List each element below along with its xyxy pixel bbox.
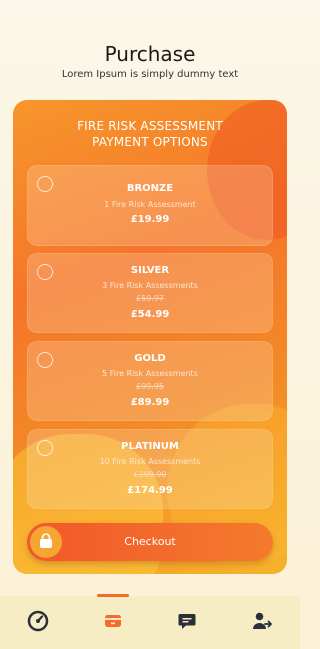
plan-price: £89.99	[130, 397, 170, 408]
plan-description: 3 Fire Risk Assessments	[102, 281, 198, 290]
checkout-label: Checkout	[124, 535, 176, 548]
plan-card-platinum[interactable]: PLATINUM 10 Fire Risk Assessments £199.9…	[27, 429, 273, 509]
plan-original-price: £59.97	[136, 294, 164, 303]
user-logout-icon	[253, 612, 272, 629]
nav-item-payments[interactable]	[98, 608, 128, 634]
panel-title: FIRE RISK ASSESSMENT PAYMENT OPTIONS	[77, 119, 223, 149]
plan-card-gold[interactable]: GOLD 5 Fire Risk Assessments £99.95 £89.…	[27, 341, 273, 421]
plan-price: £54.99	[130, 309, 170, 320]
plan-price: £19.99	[130, 214, 170, 225]
plan-name: GOLD	[134, 353, 166, 364]
plan-name: PLATINUM	[121, 441, 179, 452]
nav-item-profile[interactable]	[247, 608, 277, 634]
payment-card-icon	[105, 615, 121, 627]
active-tab-indicator	[97, 594, 129, 597]
plan-name: BRONZE	[126, 183, 174, 194]
page-title: Purchase	[104, 42, 196, 66]
page-subtitle: Lorem Ipsum is simply dummy text	[61, 69, 239, 80]
plan-name: SILVER	[130, 265, 170, 276]
plan-description: 1 Fire Risk Assessment	[104, 200, 196, 209]
payment-options-panel: FIRE RISK ASSESSMENT PAYMENT OPTIONS BRO…	[13, 100, 287, 574]
chat-icon	[178, 614, 196, 629]
plan-original-price: £199.90	[133, 470, 167, 479]
nav-item-messages[interactable]	[172, 608, 202, 634]
plan-card-bronze[interactable]: BRONZE 1 Fire Risk Assessment £19.99	[27, 165, 273, 246]
plan-original-price: £99.95	[136, 382, 164, 391]
plan-description: 5 Fire Risk Assessments	[102, 369, 198, 378]
speedometer-icon	[27, 610, 49, 632]
nav-item-dashboard[interactable]	[23, 608, 53, 634]
plan-description: 10 Fire Risk Assessments	[99, 457, 201, 466]
plan-card-silver[interactable]: SILVER 3 Fire Risk Assessments £59.97 £5…	[27, 253, 273, 333]
checkout-button[interactable]: Checkout	[27, 523, 273, 561]
plan-price: £174.99	[127, 485, 173, 496]
